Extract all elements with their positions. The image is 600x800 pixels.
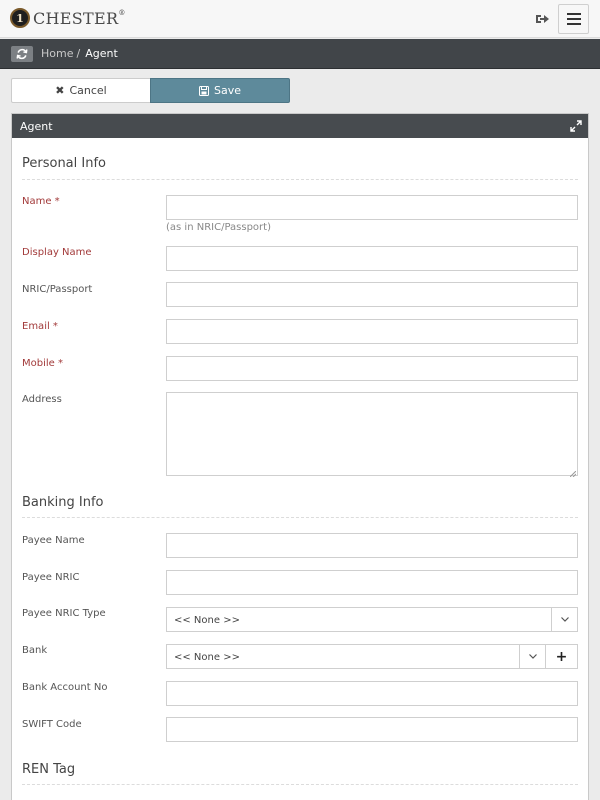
breadcrumb-bar: Home / Agent <box>0 39 600 69</box>
swift-code-input[interactable] <box>166 717 578 742</box>
save-button[interactable]: Save <box>150 78 290 103</box>
name-hint: (as in NRIC/Passport) <box>166 222 271 233</box>
nric-passport-input[interactable] <box>166 282 578 307</box>
payee-name-label: Payee Name <box>22 535 85 546</box>
panel-title: Agent <box>20 120 53 133</box>
chevron-down-icon <box>519 645 545 668</box>
address-textarea[interactable] <box>166 392 578 476</box>
name-label: Name * <box>22 196 60 207</box>
section-title-personal-info: Personal Info <box>22 156 106 171</box>
agent-panel: Agent Personal Info Name * (as in NRIC/P… <box>11 113 589 800</box>
expand-icon[interactable] <box>570 120 582 132</box>
divider <box>22 179 578 180</box>
bank-label: Bank <box>22 645 48 656</box>
display-name-input[interactable] <box>166 246 578 271</box>
cancel-button[interactable]: ✖ Cancel <box>11 78 151 103</box>
mobile-label: Mobile * <box>22 358 63 369</box>
bank-account-no-input[interactable] <box>166 681 578 706</box>
payee-nric-type-label: Payee NRIC Type <box>22 608 106 619</box>
logout-icon[interactable] <box>535 13 549 25</box>
hamburger-menu-button[interactable] <box>558 4 589 34</box>
top-header: 1 CHESTER® <box>0 0 600 38</box>
payee-name-input[interactable] <box>166 533 578 558</box>
mobile-input[interactable] <box>166 356 578 381</box>
refresh-icon <box>16 48 28 60</box>
divider <box>22 517 578 518</box>
swift-code-label: SWIFT Code <box>22 719 82 730</box>
nric-passport-label: NRIC/Passport <box>22 284 93 295</box>
logo-mark: 1 <box>10 8 30 28</box>
chester-logo[interactable]: 1 CHESTER® <box>10 7 126 29</box>
panel-header: Agent <box>12 114 588 138</box>
section-title-ren-tag: REN Tag <box>22 762 76 777</box>
divider <box>22 784 578 785</box>
display-name-label: Display Name <box>22 247 92 258</box>
name-input[interactable] <box>166 195 578 220</box>
payee-nric-input[interactable] <box>166 570 578 595</box>
email-input[interactable] <box>166 319 578 344</box>
add-bank-button[interactable]: + <box>545 644 578 669</box>
breadcrumb-home-link[interactable]: Home <box>41 47 73 60</box>
address-label: Address <box>22 394 62 405</box>
plus-icon: + <box>555 648 568 665</box>
close-icon: ✖ <box>55 84 65 97</box>
hamburger-menu-icon <box>566 13 581 15</box>
select-value: << None >> <box>174 652 240 663</box>
refresh-button[interactable] <box>11 46 33 62</box>
payee-nric-label: Payee NRIC <box>22 572 80 583</box>
chevron-down-icon <box>551 608 577 631</box>
bank-select[interactable]: << None >> <box>166 644 546 669</box>
payee-nric-type-select[interactable]: << None >> <box>166 607 578 632</box>
resize-grip-icon[interactable] <box>570 471 576 477</box>
logo-text: CHESTER® <box>33 8 126 28</box>
section-title-banking-info: Banking Info <box>22 495 104 510</box>
breadcrumb-current: Agent <box>85 47 118 60</box>
floppy-disk-icon <box>198 85 209 96</box>
bank-account-no-label: Bank Account No <box>22 682 108 693</box>
select-value: << None >> <box>174 615 240 626</box>
email-label: Email * <box>22 321 58 332</box>
breadcrumb: Home / Agent <box>41 47 118 60</box>
